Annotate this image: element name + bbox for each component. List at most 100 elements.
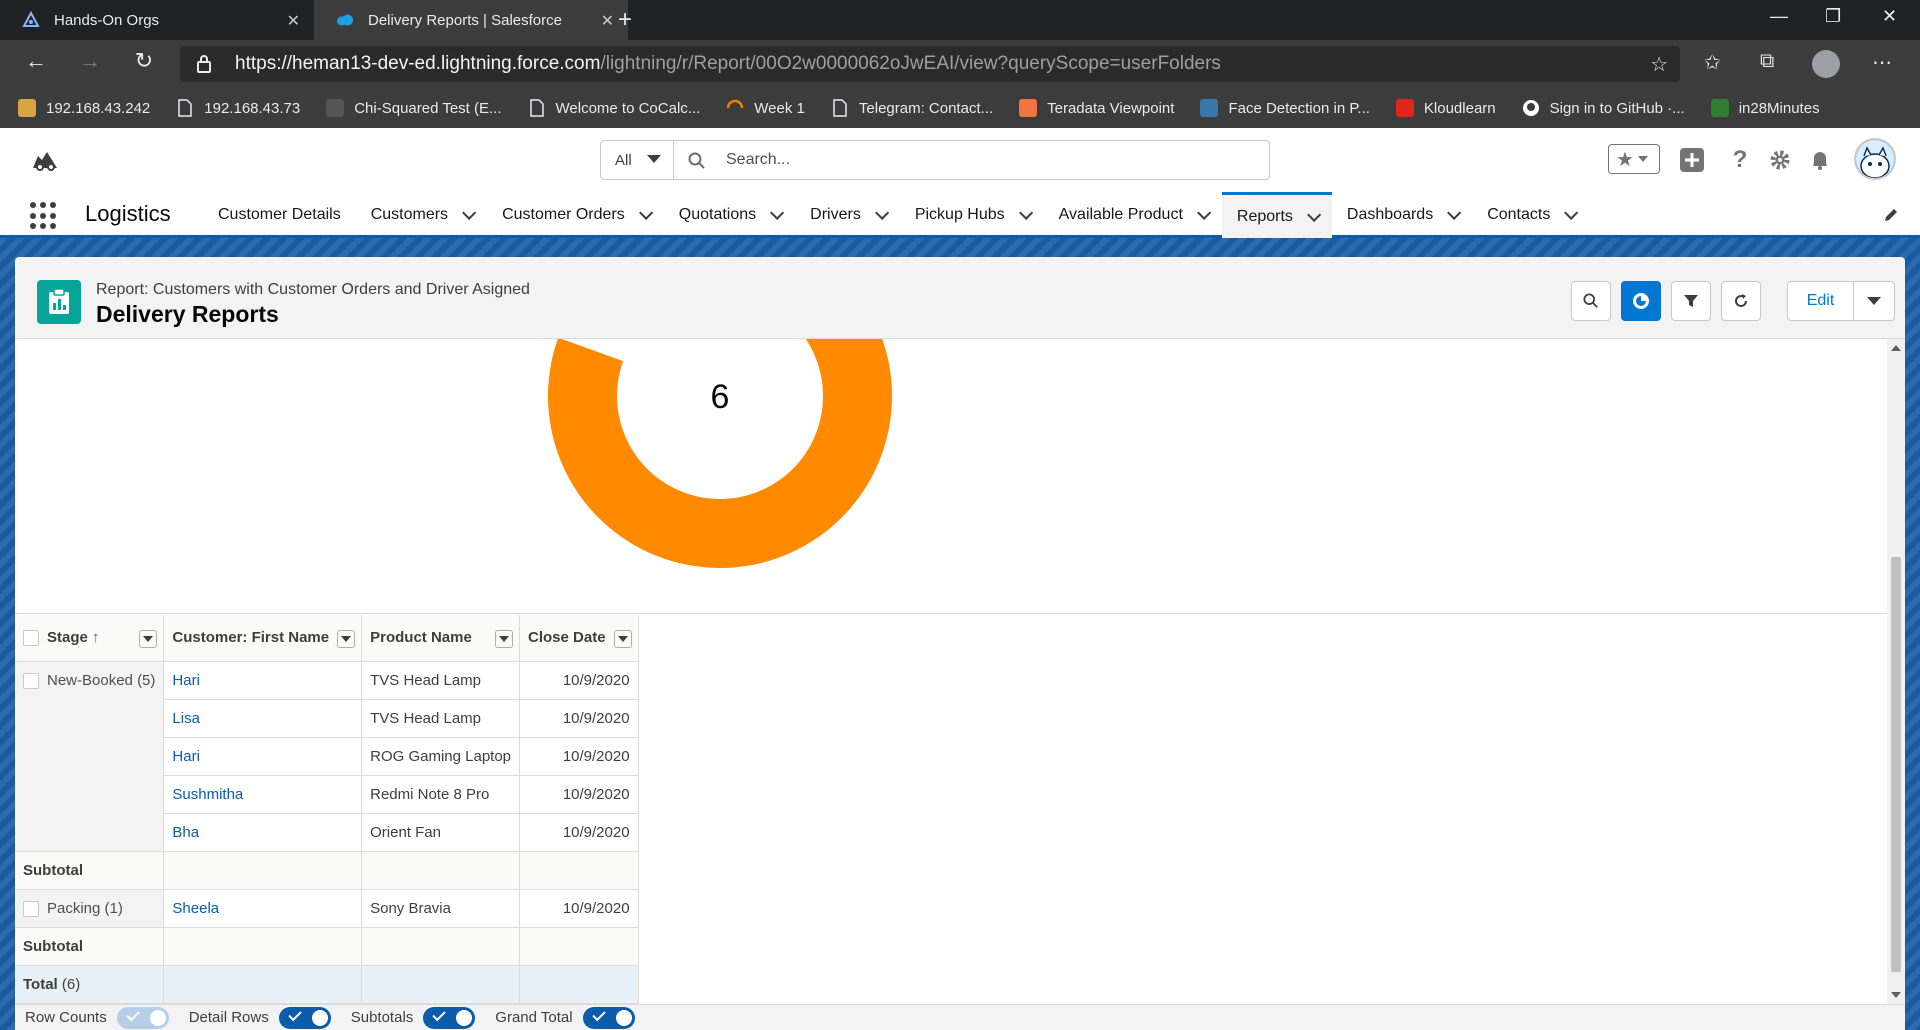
nav-tab-quotations[interactable]: Quotations: [664, 192, 795, 238]
toggle-switch[interactable]: [278, 1006, 331, 1029]
more-menu-icon[interactable]: ⋯: [1872, 50, 1892, 75]
bookmark-item[interactable]: Face Detection in P...: [1200, 99, 1370, 117]
chevron-down-icon[interactable]: [874, 205, 890, 220]
group-checkbox[interactable]: [23, 672, 39, 689]
customer-first-name-link[interactable]: Sheela: [163, 889, 363, 928]
group-checkbox[interactable]: [23, 900, 39, 917]
scroll-up-icon[interactable]: [1891, 345, 1901, 351]
scroll-down-icon[interactable]: [1891, 992, 1901, 998]
toggle-chart-button[interactable]: [1621, 281, 1661, 321]
chevron-down-icon[interactable]: [1447, 205, 1462, 220]
column-header[interactable]: Product Name: [361, 615, 521, 662]
scroll-thumb[interactable]: [1891, 557, 1901, 972]
toggle-switch[interactable]: [116, 1006, 169, 1029]
browser-profile-icon[interactable]: [1812, 50, 1840, 78]
nav-tab-customer-details[interactable]: Customer Details: [203, 192, 356, 238]
column-header[interactable]: Close Date: [519, 615, 639, 662]
toggle-detail-rows[interactable]: Detail Rows: [189, 1006, 331, 1029]
nav-tab-customer-orders[interactable]: Customer Orders: [487, 192, 664, 238]
chevron-down-icon[interactable]: [770, 205, 785, 220]
close-tab-icon[interactable]: ✕: [287, 11, 300, 31]
nav-tab-available-product[interactable]: Available Product: [1044, 192, 1222, 238]
more-actions-button[interactable]: [1854, 282, 1894, 320]
address-bar[interactable]: https://heman13-dev-ed.lightning.force.c…: [180, 46, 1680, 82]
global-actions-icon[interactable]: [1678, 146, 1706, 174]
nav-tab-dashboards[interactable]: Dashboards: [1332, 192, 1472, 238]
vertical-scrollbar[interactable]: [1887, 339, 1905, 1004]
new-tab-icon[interactable]: +: [618, 6, 632, 34]
customer-first-name-link[interactable]: Hari: [163, 661, 363, 700]
toggle-row-counts[interactable]: Row Counts: [25, 1006, 169, 1029]
chevron-down-icon[interactable]: [1196, 205, 1212, 220]
chevron-down-icon[interactable]: [638, 205, 653, 220]
bookmark-item[interactable]: in28Minutes: [1710, 99, 1820, 117]
bookmark-item[interactable]: Teradata Viewpoint: [1019, 99, 1174, 117]
chevron-down-icon[interactable]: [1018, 205, 1033, 220]
customer-first-name-link[interactable]: Sushmitha: [163, 775, 363, 814]
close-date-cell: 10/9/2020: [519, 813, 639, 852]
column-header[interactable]: Customer: First Name: [163, 615, 363, 662]
window-close-icon[interactable]: ✕: [1882, 6, 1897, 27]
back-icon[interactable]: ←: [20, 48, 52, 74]
filter-button[interactable]: [1671, 281, 1711, 321]
sort-ascending-icon[interactable]: ↑: [88, 629, 100, 646]
chart-area: 6: [15, 339, 1887, 614]
toggle-grand-total[interactable]: Grand Total: [495, 1006, 635, 1029]
customer-first-name-link[interactable]: Lisa: [163, 699, 363, 738]
nav-tab-pickup-hubs[interactable]: Pickup Hubs: [900, 192, 1044, 238]
bookmark-item[interactable]: Chi-Squared Test (E...: [326, 99, 502, 117]
edit-nav-pencil-icon[interactable]: [1882, 206, 1900, 227]
nav-tab-customers[interactable]: Customers: [356, 192, 487, 238]
search-input[interactable]: [726, 149, 1246, 171]
bookmark-item[interactable]: 192.168.43.242: [18, 99, 150, 117]
column-menu-button[interactable]: [337, 630, 356, 648]
global-search[interactable]: [673, 140, 1270, 180]
search-scope-select[interactable]: All: [600, 140, 674, 180]
help-icon[interactable]: ?: [1726, 146, 1754, 174]
favorites-icon[interactable]: ✩: [1704, 50, 1721, 75]
close-tab-icon[interactable]: ✕: [601, 11, 614, 31]
donut-segment-new-booked[interactable]: [548, 339, 892, 568]
favorites-button[interactable]: ★: [1608, 144, 1660, 174]
bookmark-item[interactable]: Week 1: [726, 99, 805, 117]
bookmark-label: Telegram: Contact...: [858, 99, 994, 117]
column-header[interactable]: Stage ↑: [15, 615, 165, 662]
nav-tab-contacts[interactable]: Contacts: [1472, 192, 1589, 238]
column-menu-button[interactable]: [495, 630, 514, 648]
restore-icon[interactable]: ❐: [1825, 6, 1841, 27]
chevron-down-icon[interactable]: [1564, 205, 1579, 220]
column-menu-button[interactable]: [139, 630, 158, 648]
forward-icon[interactable]: →: [74, 48, 106, 74]
nav-tab-reports[interactable]: Reports: [1221, 192, 1332, 241]
app-launcher-icon[interactable]: [30, 202, 58, 230]
notifications-bell-icon[interactable]: [1806, 146, 1834, 174]
collections-icon[interactable]: ⧉: [1760, 50, 1774, 73]
browser-tab-hands-on-orgs[interactable]: Hands-On Orgs ✕: [0, 0, 314, 40]
bookmark-star-icon[interactable]: ☆: [1650, 52, 1668, 77]
nav-tab-drivers[interactable]: Drivers: [795, 192, 900, 238]
browser-tab-delivery-reports[interactable]: Delivery Reports | Salesforce ✕: [314, 0, 628, 40]
select-all-checkbox[interactable]: [23, 630, 39, 647]
toggle-switch[interactable]: [582, 1006, 635, 1029]
setup-gear-icon[interactable]: [1766, 146, 1794, 174]
chevron-down-icon[interactable]: [1306, 207, 1322, 222]
nav-tab-label: Available Product: [1058, 206, 1183, 223]
toggle-switch[interactable]: [423, 1006, 476, 1029]
bookmark-item[interactable]: Sign in to GitHub ·...: [1522, 99, 1685, 117]
chevron-down-icon[interactable]: [462, 205, 477, 220]
bookmark-item[interactable]: Kloudlearn: [1395, 99, 1496, 117]
customer-first-name-link[interactable]: Hari: [163, 737, 363, 776]
user-avatar[interactable]: [1854, 138, 1896, 180]
org-logo-icon[interactable]: [30, 148, 60, 172]
edit-button[interactable]: Edit: [1788, 282, 1854, 320]
minimize-icon[interactable]: —: [1770, 6, 1788, 27]
toggle-subtotals[interactable]: Subtotals: [351, 1006, 476, 1029]
customer-first-name-link[interactable]: Bha: [163, 813, 363, 852]
reload-icon[interactable]: ↻: [128, 48, 160, 74]
search-report-button[interactable]: [1571, 281, 1611, 321]
bookmark-item[interactable]: Welcome to CoCalc...: [528, 99, 700, 117]
bookmark-item[interactable]: 192.168.43.73: [176, 99, 300, 117]
bookmark-item[interactable]: Telegram: Contact...: [831, 99, 993, 117]
column-menu-button[interactable]: [613, 630, 632, 648]
refresh-button[interactable]: [1721, 281, 1761, 321]
